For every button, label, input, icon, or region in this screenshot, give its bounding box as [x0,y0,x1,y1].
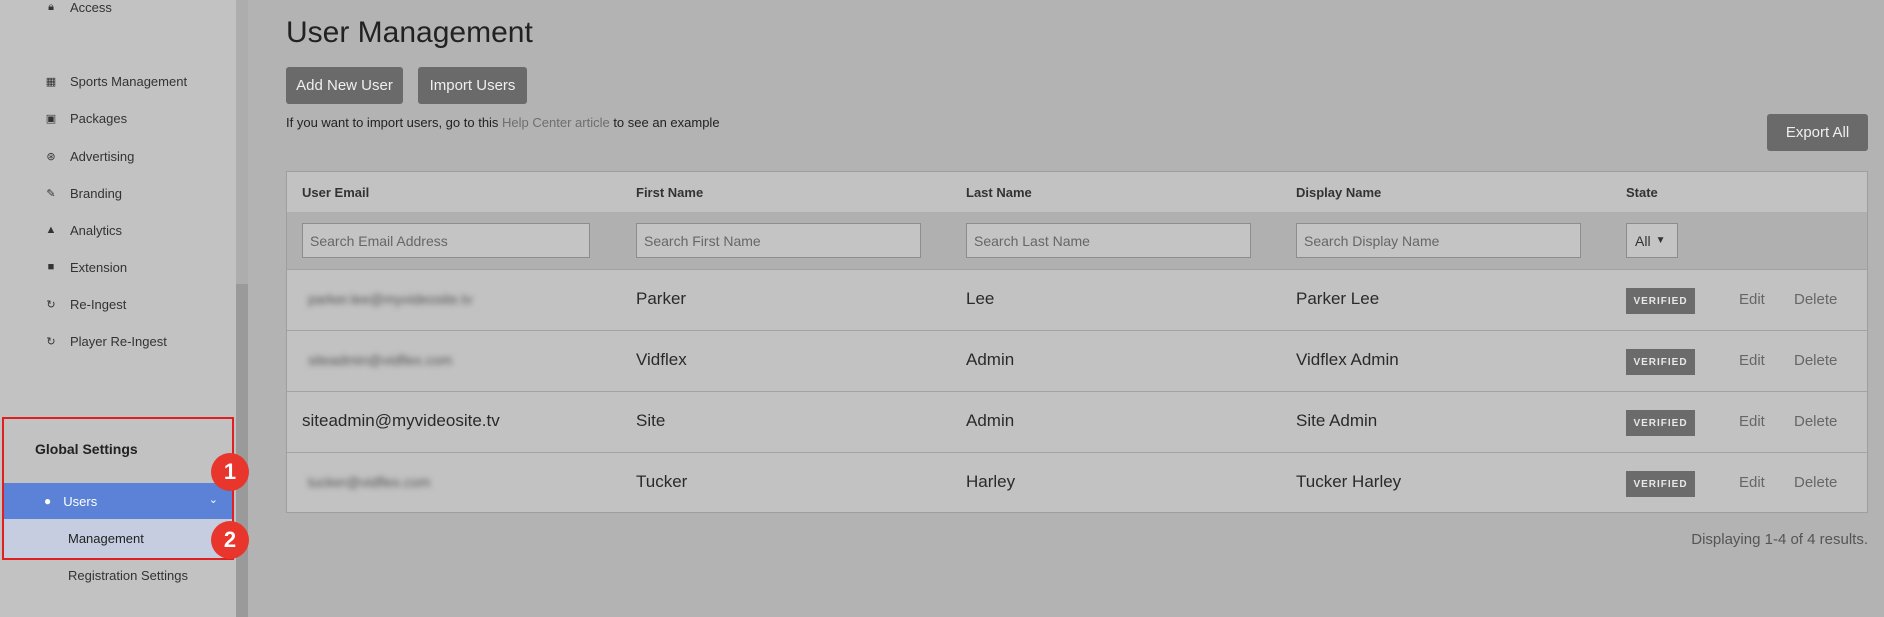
search-email-input[interactable] [302,223,590,258]
help-prefix: If you want to import users, go to this [286,115,503,130]
sidebar-item-label: Sports Management [70,73,188,89]
sidebar-item-branding[interactable]: ✎ Branding [0,179,236,207]
lock-icon: 🔒︎ [48,0,54,13]
sidebar-item-access[interactable]: 🔒︎ Access [0,0,236,21]
sidebar-item-label: Extension [70,259,128,275]
results-count: Displaying 1-4 of 4 results. [1691,531,1868,548]
cell-last-name: Lee [966,289,995,308]
column-header-state[interactable]: State [1626,185,1658,200]
column-header-first-name[interactable]: First Name [636,185,703,200]
sidebar-item-label: Analytics [70,222,123,238]
state-filter-value: All [1635,232,1651,249]
money-icon: ▣ [45,112,57,125]
step-badge-1: 1 [211,453,249,491]
cell-first-name: Tucker [636,472,688,491]
column-header-last-name[interactable]: Last Name [966,185,1032,200]
edit-link[interactable]: Edit [1739,291,1765,308]
cell-email: parker.lee@myvideosite.tv [308,291,473,307]
sidebar-item-extension[interactable]: ■ Extension [0,253,236,281]
delete-link[interactable]: Delete [1794,352,1837,369]
cell-last-name: Admin [966,350,1015,369]
cell-first-name: Parker [636,289,687,308]
refresh-icon: ↻ [46,335,56,348]
search-last-name-input[interactable] [966,223,1251,258]
help-center-link[interactable]: Help Center article [502,115,610,130]
cell-display-name: Parker Lee [1296,289,1380,308]
status-badge: VERIFIED [1626,349,1695,375]
delete-link[interactable]: Delete [1794,413,1837,430]
sidebar-item-advertising[interactable]: ⊛ Advertising [0,142,236,170]
brush-icon: ✎ [46,187,56,200]
search-display-name-input[interactable] [1296,223,1581,258]
sidebar-item-label: Advertising [70,148,135,164]
page-title: User Management [286,16,533,49]
calendar-icon: ▦ [45,75,57,88]
users-table: User Email First Name Last Name Display … [286,171,1868,513]
area-chart-icon: ▲ [45,224,57,236]
cell-first-name: Vidflex [636,350,687,369]
highlight-box [2,417,234,560]
cell-display-name: Tucker Harley [1296,472,1402,491]
chevron-down-icon: ▼ [1655,235,1666,246]
sidebar-item-packages[interactable]: ▣ Packages [0,104,236,132]
cell-email: siteadmin@vidflex.com [308,352,453,368]
import-users-button[interactable]: Import Users [418,67,527,104]
edit-link[interactable]: Edit [1739,413,1765,430]
table-row: parker.lee@myvideosite.tv Parker Lee Par… [287,269,1867,330]
column-header-email[interactable]: User Email [302,185,369,200]
add-new-user-button[interactable]: Add New User [286,67,403,104]
edit-link[interactable]: Edit [1739,352,1765,369]
sidebar-item-sports-management[interactable]: ▦ Sports Management [0,67,236,95]
sidebar-item-label: Re-Ingest [70,296,127,312]
table-row: siteadmin@vidflex.com Vidflex Admin Vidf… [287,330,1867,391]
export-all-button[interactable]: Export All [1767,114,1868,151]
briefcase-icon: ■ [47,261,55,273]
table-row: siteadmin@myvideosite.tv Site Admin Site… [287,391,1867,452]
filter-row: All ▼ [287,212,1867,269]
scrollbar-thumb[interactable] [236,284,248,617]
cell-last-name: Harley [966,472,1016,491]
cell-display-name: Site Admin [1296,411,1378,430]
sidebar: 🔒︎ Access ▦ Sports Management ▣ Packages… [0,0,236,617]
status-badge: VERIFIED [1626,410,1695,436]
cell-first-name: Site [636,411,666,430]
state-filter-select[interactable]: All ▼ [1626,223,1678,258]
import-help-text: If you want to import users, go to this … [286,115,720,130]
column-header-display-name[interactable]: Display Name [1296,185,1381,200]
table-row: tucker@vidflex.com Tucker Harley Tucker … [287,452,1867,513]
sidebar-item-label: Player Re-Ingest [70,333,167,349]
handshake-icon: ⊛ [46,150,56,163]
sidebar-item-re-ingest[interactable]: ↻ Re-Ingest [0,290,236,318]
step-badge-2: 2 [211,521,249,559]
cell-email: siteadmin@myvideosite.tv [302,411,500,430]
delete-link[interactable]: Delete [1794,291,1837,308]
sidebar-item-label: Access [70,0,112,15]
cell-email: tucker@vidflex.com [308,474,431,490]
status-badge: VERIFIED [1626,288,1695,314]
sidebar-item-player-re-ingest[interactable]: ↻ Player Re-Ingest [0,327,236,355]
edit-link[interactable]: Edit [1739,474,1765,491]
sidebar-item-analytics[interactable]: ▲ Analytics [0,216,236,244]
sidebar-item-registration-settings[interactable]: Registration Settings [68,568,188,583]
sidebar-item-label: Branding [70,185,123,201]
cell-last-name: Admin [966,411,1015,430]
status-badge: VERIFIED [1626,471,1695,497]
sidebar-item-label: Packages [70,110,128,126]
delete-link[interactable]: Delete [1794,474,1837,491]
cell-display-name: Vidflex Admin [1296,350,1399,369]
help-suffix: to see an example [609,115,720,130]
sidebar-item-label: Registration Settings [68,568,188,583]
refresh-icon: ↻ [46,298,56,311]
search-first-name-input[interactable] [636,223,921,258]
